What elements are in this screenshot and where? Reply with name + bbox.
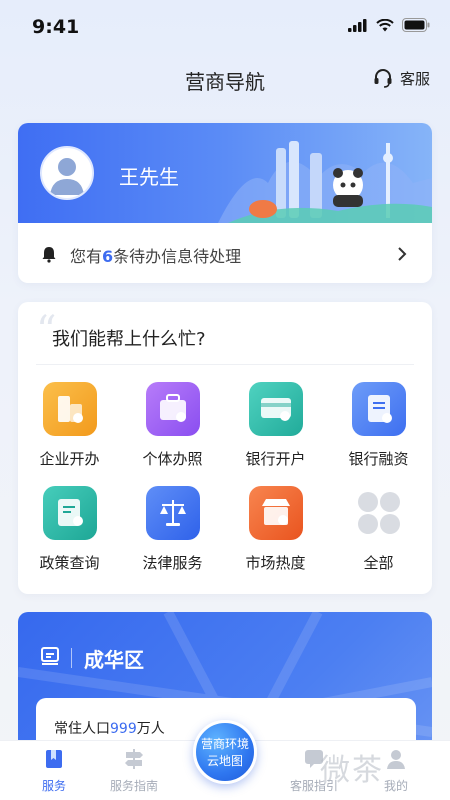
bell-icon — [42, 247, 56, 263]
tab-label: 服务 — [41, 779, 66, 793]
service-label: 银行融资 — [348, 450, 409, 468]
user-banner: 王先生 — [18, 123, 432, 223]
fab-line2: 云地图 — [206, 754, 243, 768]
building-icon — [42, 382, 97, 436]
service-item-bank-finance[interactable]: 银行融资 — [327, 382, 430, 469]
population-unit: 万人 — [136, 721, 165, 737]
population-value: 999 — [110, 721, 137, 737]
app-header: 营商导航 客服 — [0, 62, 450, 96]
tab-guide[interactable]: 服务指南 — [94, 747, 174, 794]
fab-line1: 营商环境 — [200, 737, 249, 751]
signal-icon — [348, 18, 367, 32]
user-card: 王先生 您有6条待办信息待处理 — [18, 123, 432, 283]
user-name: 王先生 — [119, 165, 179, 189]
service-label: 市场热度 — [245, 554, 306, 572]
todo-notice[interactable]: 您有6条待办信息待处理 — [18, 223, 432, 283]
service-item-legal-service[interactable]: 法律服务 — [121, 486, 224, 573]
briefcase-icon — [145, 382, 200, 436]
service-label: 企业开办 — [39, 450, 100, 468]
service-item-company-setup[interactable]: 企业开办 — [18, 382, 121, 469]
service-label: 全部 — [363, 554, 394, 572]
chevron-right-icon — [398, 247, 407, 261]
title-separator — [71, 648, 72, 668]
store-icon — [248, 486, 303, 540]
battery-icon — [402, 18, 430, 32]
customer-service-button[interactable]: 客服 — [372, 67, 430, 89]
tab-service[interactable]: 服务 — [14, 747, 94, 794]
population-text: 常住人口999万人 — [54, 718, 165, 738]
user-avatar-icon — [50, 158, 84, 195]
district-name: 成华区 — [84, 648, 144, 672]
service-item-policy-query[interactable]: 政策查询 — [18, 486, 121, 573]
service-label: 个体办照 — [142, 450, 203, 468]
service-label: 银行开户 — [245, 450, 306, 468]
service-label: 法律服务 — [142, 554, 203, 572]
service-icon — [46, 750, 62, 768]
notice-prefix: 您有 — [70, 247, 103, 266]
customer-service-label: 客服 — [399, 69, 430, 88]
wifi-icon — [376, 18, 394, 31]
cloud-map-button[interactable]: 营商环境 云地图 — [193, 720, 257, 784]
service-item-individual-license[interactable]: 个体办照 — [121, 382, 224, 469]
notice-text: 您有6条待办信息待处理 — [70, 243, 241, 267]
status-time: 9:41 — [32, 16, 80, 38]
service-item-all[interactable]: 全部 — [327, 486, 430, 573]
service-item-market-heat[interactable]: 市场热度 — [224, 486, 327, 573]
grid-all-icon — [352, 486, 406, 540]
scale-icon — [145, 486, 200, 540]
todo-count: 6 — [102, 247, 114, 266]
divider — [36, 364, 414, 365]
policy-doc-icon — [42, 486, 97, 540]
tab-label: 服务指南 — [109, 779, 158, 793]
avatar[interactable] — [40, 146, 94, 200]
headset-icon — [374, 69, 392, 88]
system-icons — [348, 18, 430, 32]
notice-suffix: 条待办信息待处理 — [113, 247, 242, 266]
help-card: “ 我们能帮上什么忙? 企业开办 个体办照 银行开户 银行融资 政策查询 法律服… — [18, 302, 432, 594]
watermark: 微茶 — [320, 753, 384, 788]
guide-sign-icon — [125, 749, 143, 769]
location-badge-icon — [41, 647, 59, 665]
population-prefix: 常住人口 — [54, 721, 110, 737]
profile-icon — [387, 750, 405, 769]
service-label: 政策查询 — [39, 554, 100, 572]
bank-card-icon — [248, 382, 303, 436]
finance-doc-icon — [351, 382, 406, 436]
status-bar: 9:41 — [0, 0, 450, 52]
help-title: 我们能帮上什么忙? — [52, 329, 206, 350]
service-item-bank-account[interactable]: 银行开户 — [224, 382, 327, 469]
